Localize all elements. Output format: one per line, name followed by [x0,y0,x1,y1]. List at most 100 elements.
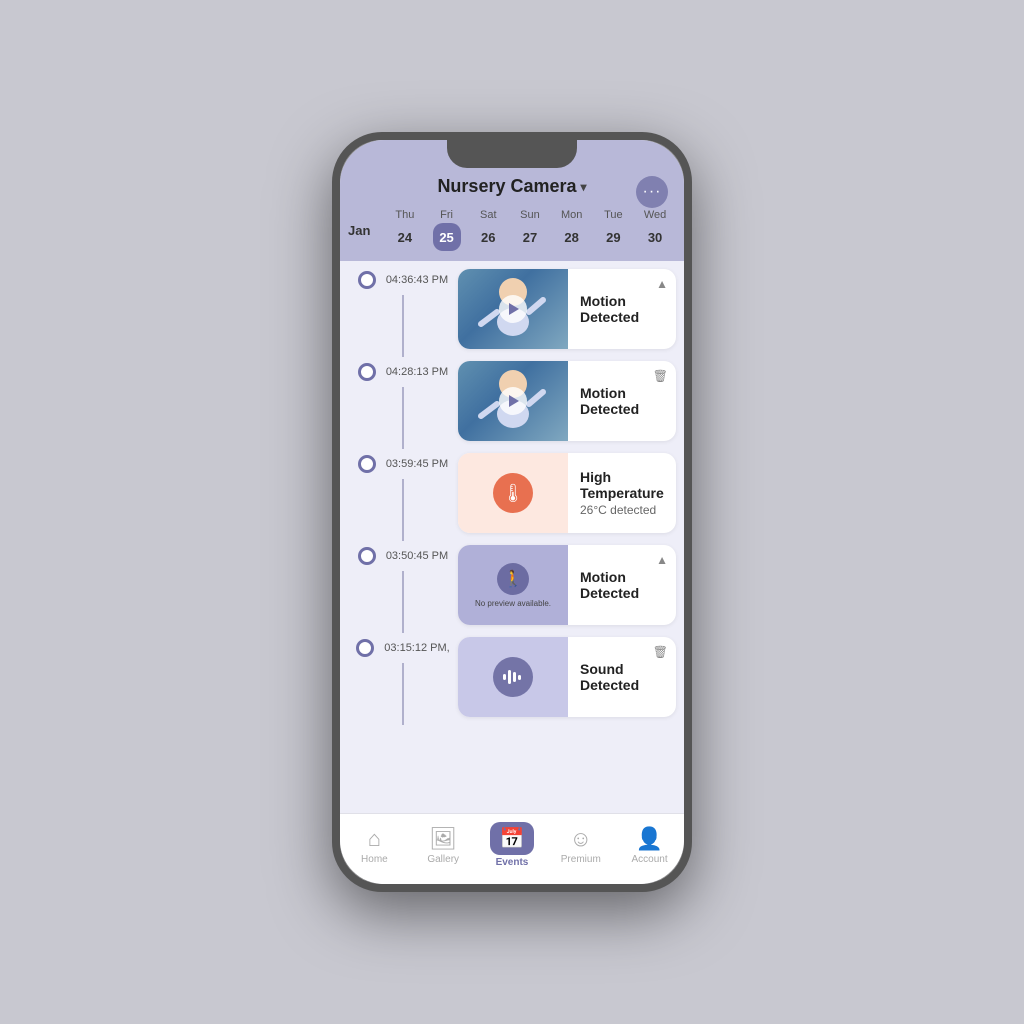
time-row-1: 04:36:43 PM [358,271,448,289]
events-label: Events [496,857,529,868]
time-label-5: 03:15:12 PM, [384,642,449,654]
timeline-dot-4 [358,547,376,565]
day-thu[interactable]: Thu 24 [391,209,419,251]
timeline-item-2: 04:28:13 PM [340,361,684,449]
premium-icon: ☺ [570,826,592,852]
time-label-4: 03:50:45 PM [386,550,448,562]
no-preview-text-4: No preview available. [475,599,551,608]
day-num-sat: 26 [474,223,502,251]
days-row: Thu 24 Fri 25 Sat 26 Sun 27 Mon 28 [384,209,676,251]
more-button[interactable]: ··· [636,176,668,208]
timeline-line-5 [402,663,404,725]
baby-thumbnail-2 [458,361,568,441]
time-row-4: 03:50:45 PM [358,547,448,565]
day-mon[interactable]: Mon 28 [558,209,586,251]
day-num-wed: 30 [641,223,669,251]
event-thumbnail-4: 🚶 No preview available. [458,545,568,625]
event-title-5: Sound Detected [580,661,664,693]
day-num-sun: 27 [516,223,544,251]
screen: Nursery Camera ▾ ··· Jan Thu 24 Fri 25 [340,140,684,884]
account-icon: 👤 [636,826,663,852]
timeline-left-4: 03:50:45 PM [348,545,458,633]
time-row-3: 03:59:45 PM [358,455,448,473]
timeline-dot-3 [358,455,376,473]
event-thumbnail-2 [458,361,568,441]
timeline-dot-2 [358,363,376,381]
day-name-sat: Sat [480,209,497,221]
card-action-2[interactable]: 🗑 [653,369,668,383]
time-label-1: 04:36:43 PM [386,274,448,286]
day-sat[interactable]: Sat 26 [474,209,502,251]
nav-home[interactable]: ⌂ Home [346,826,402,865]
phone-frame: Nursery Camera ▾ ··· Jan Thu 24 Fri 25 [332,132,692,892]
timeline-line-4 [402,571,404,633]
day-num-mon: 28 [558,223,586,251]
card-action-4[interactable]: ▲ [656,553,668,567]
home-icon: ⌂ [368,826,381,852]
temp-thumbnail-3: 🌡 [458,453,568,533]
more-icon: ··· [643,184,662,200]
notch [447,140,577,168]
play-button-2[interactable] [499,387,527,415]
day-num-thu: 24 [391,223,419,251]
event-card-5[interactable]: Sound Detected 🗑 [458,637,676,717]
time-label-3: 03:59:45 PM [386,458,448,470]
play-icon-1 [509,303,519,315]
day-wed[interactable]: Wed 30 [641,209,669,251]
card-action-5[interactable]: 🗑 [653,645,668,659]
event-card-2[interactable]: Motion Detected 🗑 [458,361,676,441]
event-title-3: High Temperature [580,469,664,501]
day-fri[interactable]: Fri 25 [433,209,461,251]
events-content: 04:36:43 PM [340,261,684,813]
time-row-2: 04:28:13 PM [358,363,448,381]
timeline-item-1: 04:36:43 PM [340,269,684,357]
bottom-nav: ⌂ Home 🖼 Gallery 📅 Events ☺ Premium 👤 Ac… [340,813,684,884]
chevron-down-icon: ▾ [581,180,587,194]
day-num-tue: 29 [599,223,627,251]
event-thumbnail-1 [458,269,568,349]
nav-account[interactable]: 👤 Account [622,826,678,865]
timeline-dot-5 [356,639,374,657]
day-tue[interactable]: Tue 29 [599,209,627,251]
event-title-2: Motion Detected [580,385,664,417]
event-card-4[interactable]: 🚶 No preview available. Motion Detected … [458,545,676,625]
premium-label: Premium [561,854,601,865]
play-icon-2 [509,395,519,407]
gallery-label: Gallery [427,854,459,865]
day-name-tue: Tue [604,209,623,221]
timeline-line-2 [402,387,404,449]
event-title-1: Motion Detected [580,293,664,325]
sound-icon-5 [493,657,533,697]
day-name-wed: Wed [644,209,666,221]
baby-thumbnail-1 [458,269,568,349]
event-title-4: Motion Detected [580,569,664,601]
event-info-3: High Temperature 26°C detected [568,453,676,533]
day-name-mon: Mon [561,209,582,221]
event-thumbnail-3: 🌡 [458,453,568,533]
nav-premium[interactable]: ☺ Premium [553,826,609,865]
day-num-fri: 25 [433,223,461,251]
account-label: Account [632,854,668,865]
motion-icon-4: 🚶 [497,563,529,595]
event-card-3[interactable]: 🌡 High Temperature 26°C detected [458,453,676,533]
motion-nopreview-4: 🚶 No preview available. [458,545,568,625]
home-label: Home [361,854,388,865]
header-title[interactable]: Nursery Camera ▾ [437,176,586,197]
timeline-item-4: 03:50:45 PM 🚶 No preview available. Moti… [340,545,684,633]
event-subtitle-3: 26°C detected [580,503,664,517]
timeline-item-3: 03:59:45 PM 🌡 High Temperature 26°C dete… [340,453,684,541]
timeline-line-3 [402,479,404,541]
month-label: Jan [348,223,384,238]
card-action-1[interactable]: ▲ [656,277,668,291]
camera-name: Nursery Camera [437,176,576,197]
day-name-thu: Thu [395,209,414,221]
calendar-bar: Jan Thu 24 Fri 25 Sat 26 Sun 27 [340,209,684,261]
day-sun[interactable]: Sun 27 [516,209,544,251]
timeline-line-1 [402,295,404,357]
soundwave-svg [502,666,524,688]
nav-gallery[interactable]: 🖼 Gallery [415,826,471,865]
timeline-left-5: 03:15:12 PM, [348,637,458,725]
event-card-1[interactable]: Motion Detected ▲ [458,269,676,349]
play-button-1[interactable] [499,295,527,323]
nav-events[interactable]: 📅 Events [484,822,540,868]
